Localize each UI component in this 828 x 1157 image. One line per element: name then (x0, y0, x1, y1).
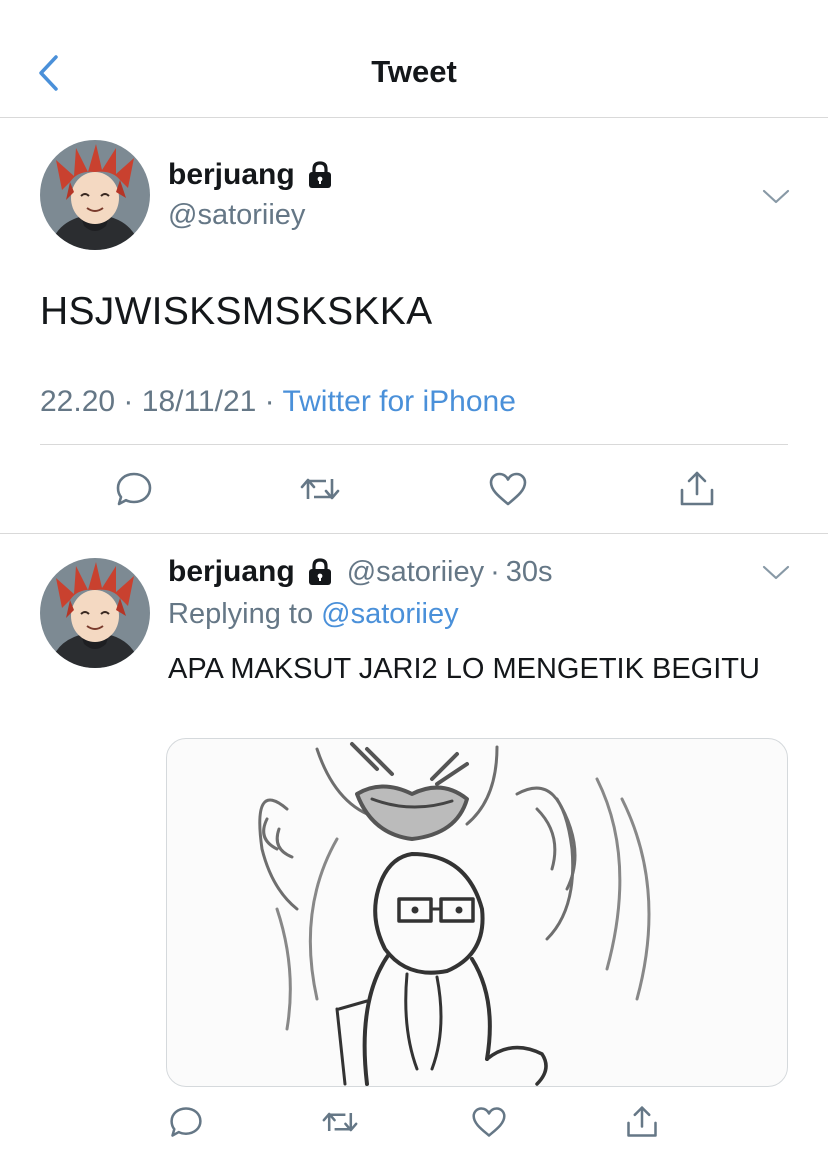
divider (0, 533, 828, 534)
display-name: berjuang (168, 158, 295, 191)
tweet-time: 22.20 (40, 385, 116, 418)
like-button[interactable] (486, 467, 530, 511)
replying-prefix: Replying to (168, 598, 314, 630)
retweet-button[interactable] (298, 467, 342, 511)
attached-image[interactable] (166, 738, 788, 1087)
lock-icon (308, 161, 331, 188)
author-name[interactable]: berjuang (168, 158, 335, 192)
tweet-options-button[interactable] (760, 184, 792, 208)
replying-to: Replying to @satoriiey (168, 598, 459, 631)
divider (40, 444, 788, 445)
author-handle[interactable]: @satoriiey (347, 556, 484, 589)
reply-icon (116, 472, 152, 506)
display-name: berjuang (168, 555, 295, 588)
sketch-illustration (258, 742, 651, 1086)
author-name[interactable]: berjuang (168, 555, 335, 589)
top-bar: Tweet (0, 0, 828, 118)
heart-icon (472, 1107, 506, 1137)
retweet-button[interactable] (318, 1100, 362, 1144)
lock-icon (308, 558, 331, 585)
share-button[interactable] (675, 467, 719, 511)
avatar[interactable] (40, 140, 150, 250)
chevron-down-icon (762, 565, 790, 580)
avatar[interactable] (40, 558, 150, 668)
tweet-date: 18/11/21 (141, 385, 257, 418)
tweet-options-button[interactable] (760, 560, 792, 584)
mention-link[interactable]: @satoriiey (321, 598, 458, 630)
page-title: Tweet (371, 54, 457, 89)
share-icon (627, 1106, 657, 1137)
retweet-icon (300, 478, 340, 500)
reply-button[interactable] (164, 1100, 208, 1144)
tweet-source-link[interactable]: Twitter for iPhone (282, 385, 515, 418)
retweet-icon (322, 1112, 358, 1132)
reply-header: berjuang @satoriiey · 30s (168, 555, 553, 589)
tweet-text: HSJWISKSMSKSKKA (40, 290, 433, 333)
share-button[interactable] (620, 1100, 664, 1144)
share-icon (680, 471, 714, 506)
heart-icon (489, 472, 527, 506)
meta-separator: · (264, 385, 275, 418)
tweet-metadata: 22.20 · 18/11/21 · Twitter for iPhone (40, 385, 516, 419)
meta-separator: · (123, 385, 134, 418)
reply-text: APA MAKSUT JARI2 LO MENGETIK BEGITU (168, 653, 760, 685)
like-button[interactable] (467, 1100, 511, 1144)
meta-separator: · (490, 555, 500, 588)
reply-button[interactable] (112, 467, 156, 511)
reply-timestamp[interactable]: 30s (506, 556, 553, 589)
author-handle[interactable]: @satoriiey (168, 199, 305, 232)
reply-icon (170, 1107, 202, 1137)
chevron-down-icon (762, 189, 790, 204)
